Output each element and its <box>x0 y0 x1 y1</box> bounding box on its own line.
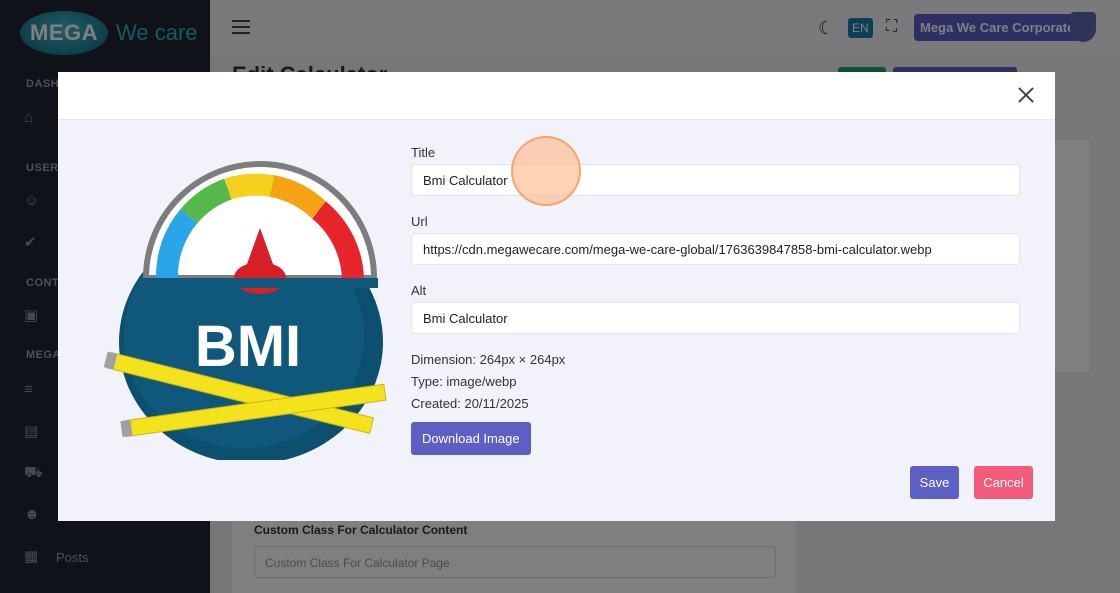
image-created-date: Created: 20/11/2025 <box>411 396 529 411</box>
url-label: Url <box>411 214 428 229</box>
modal-header <box>58 72 1055 120</box>
url-input[interactable] <box>411 233 1020 265</box>
image-details-modal: BMI Title Url Alt Dimension: 264px × 264… <box>58 72 1055 521</box>
alt-input[interactable] <box>411 302 1020 334</box>
cancel-button[interactable]: Cancel <box>974 466 1033 499</box>
bmi-badge-text: BMI <box>195 314 301 379</box>
modal-body: BMI Title Url Alt Dimension: 264px × 264… <box>58 120 1055 521</box>
download-image-button[interactable]: Download Image <box>411 422 531 455</box>
bmi-image-preview: BMI <box>103 161 387 460</box>
close-icon[interactable] <box>1017 86 1035 104</box>
title-label: Title <box>411 145 436 160</box>
title-input[interactable] <box>411 164 1020 196</box>
alt-label: Alt <box>411 283 427 298</box>
image-dimension: Dimension: 264px × 264px <box>411 352 566 367</box>
image-type: Type: image/webp <box>411 374 517 389</box>
save-button[interactable]: Save <box>910 466 959 499</box>
gauge-segment-yellow <box>224 173 274 200</box>
